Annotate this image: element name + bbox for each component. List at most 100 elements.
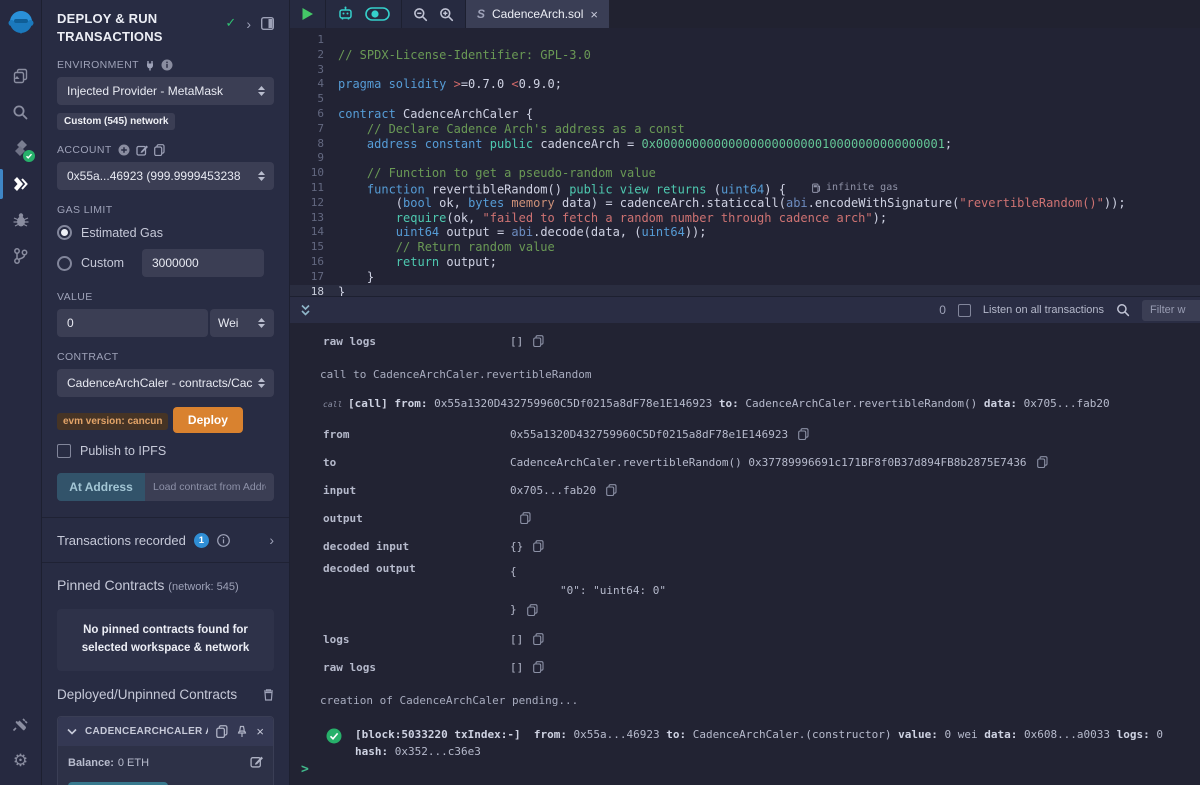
pin-panel-icon[interactable] <box>261 17 274 30</box>
code-line[interactable]: 13 require(ok, "failed to fetch a random… <box>290 211 1200 226</box>
chevron-right-icon[interactable]: › <box>269 532 274 548</box>
contract-instance-title[interactable]: CADENCEARCHCALER AT 0X <box>85 726 208 737</box>
transactions-recorded-row[interactable]: Transactions recorded 1 › <box>57 518 274 562</box>
plug-icon[interactable] <box>145 60 155 71</box>
transaction-status-row: [block:5033220 txIndex:-] from: 0x55a...… <box>290 727 1200 760</box>
solidity-compiler-icon[interactable] <box>0 130 42 166</box>
log-row-raw-logs: raw logs[] <box>290 653 1200 681</box>
copy-icon[interactable] <box>527 604 538 616</box>
run-script-icon[interactable] <box>301 7 314 21</box>
tab-cadencearch-sol[interactable]: S CadenceArch.sol × <box>466 0 609 28</box>
ai-assistant-icon[interactable] <box>337 6 354 22</box>
add-account-icon[interactable] <box>118 144 130 156</box>
main-area: S CadenceArch.sol × 12// SPDX-License-Id… <box>290 0 1200 785</box>
pinned-contracts-title: Pinned Contracts (network: 545) <box>57 563 274 593</box>
code-line[interactable]: 7 // Declare Cadence Arch's address as a… <box>290 122 1200 137</box>
plugin-manager-icon[interactable] <box>0 707 42 743</box>
pinned-network-label: (network: 545) <box>168 581 238 593</box>
copy-icon[interactable] <box>533 335 544 347</box>
zoom-out-icon[interactable] <box>413 7 428 22</box>
checkbox-icon <box>57 444 71 458</box>
copy-icon[interactable] <box>1037 456 1048 468</box>
code-editor[interactable]: 12// SPDX-License-Identifier: GPL-3.034p… <box>290 28 1200 296</box>
ai-toggle[interactable] <box>365 7 390 21</box>
terminal-prompt[interactable]: > <box>301 762 309 777</box>
code-line[interactable]: 9 <box>290 151 1200 166</box>
filter-input[interactable] <box>1142 300 1200 321</box>
environment-select[interactable]: Injected Provider - MetaMask <box>57 77 274 105</box>
code-line[interactable]: 15 // Return random value <box>290 240 1200 255</box>
code-line[interactable]: 11 function revertibleRandom() public vi… <box>290 181 1200 196</box>
radio-selected-icon <box>57 225 72 240</box>
listen-label: Listen on all transactions <box>983 304 1104 316</box>
code-line[interactable]: 10 // Function to get a pseudo-random va… <box>290 166 1200 181</box>
custom-gas-input[interactable] <box>142 249 264 277</box>
pending-tx-count: 0 <box>939 303 946 317</box>
estimated-gas-option[interactable]: Estimated Gas <box>57 225 274 240</box>
code-line[interactable]: 2// SPDX-License-Identifier: GPL-3.0 <box>290 48 1200 63</box>
search-icon[interactable] <box>0 94 42 130</box>
code-line[interactable]: 16 return output; <box>290 255 1200 270</box>
close-icon[interactable]: × <box>256 724 264 739</box>
chevron-right-icon[interactable]: › <box>246 17 251 31</box>
remix-logo-icon[interactable] <box>5 8 37 40</box>
code-line[interactable]: 1 <box>290 33 1200 48</box>
deploy-run-panel: DEPLOY & RUN TRANSACTIONS ✓ › ENVIRONMEN… <box>42 0 290 785</box>
pin-icon[interactable] <box>236 725 248 738</box>
debugger-icon[interactable] <box>0 202 42 238</box>
line-number: 1 <box>290 33 338 48</box>
file-explorer-icon[interactable] <box>0 58 42 94</box>
edit-icon[interactable] <box>136 144 148 156</box>
info-icon[interactable] <box>217 534 230 547</box>
copy-icon[interactable] <box>533 540 544 552</box>
solidity-file-icon: S <box>477 7 485 21</box>
copy-icon[interactable] <box>798 428 809 440</box>
listen-checkbox[interactable] <box>958 304 971 317</box>
trash-icon[interactable] <box>263 688 274 701</box>
copy-icon[interactable] <box>216 725 228 738</box>
code-line[interactable]: 18} <box>290 285 1200 296</box>
publish-ipfs-option[interactable]: Publish to IPFS <box>57 444 274 458</box>
at-address-button[interactable]: At Address <box>57 473 145 501</box>
line-number: 15 <box>290 240 338 255</box>
code-line[interactable]: 6contract CadenceArchCaler { <box>290 107 1200 122</box>
collapse-terminal-icon[interactable] <box>300 304 311 317</box>
at-address-input[interactable] <box>145 473 274 501</box>
code-line[interactable]: 8 address constant public cadenceArch = … <box>290 137 1200 152</box>
line-number: 16 <box>290 255 338 270</box>
code-line[interactable]: 12 (bool ok, bytes memory data) = cadenc… <box>290 196 1200 211</box>
account-select[interactable]: 0x55a...46923 (999.9999453238 <box>57 162 274 190</box>
code-line[interactable]: 5 <box>290 92 1200 107</box>
code-line[interactable]: 17 } <box>290 270 1200 285</box>
close-icon[interactable]: × <box>590 7 598 22</box>
contract-select[interactable]: CadenceArchCaler - contracts/Cac <box>57 369 274 397</box>
log-message: call to CadenceArchCaler.revertibleRando… <box>290 368 1200 381</box>
copy-icon[interactable] <box>533 633 544 645</box>
value-input[interactable] <box>57 309 208 337</box>
edit-icon[interactable] <box>250 755 263 768</box>
custom-gas-option[interactable]: Custom <box>57 249 274 277</box>
zoom-in-icon[interactable] <box>439 7 454 22</box>
settings-icon[interactable]: ⚙ <box>0 743 42 779</box>
code-line[interactable]: 4pragma solidity >=0.7.0 <0.9.0; <box>290 77 1200 92</box>
value-unit-select[interactable]: Wei <box>210 309 274 337</box>
deploy-button[interactable]: Deploy <box>173 407 243 433</box>
terminal[interactable]: raw logs[] call to CadenceArchCaler.rever… <box>290 323 1200 785</box>
copy-icon[interactable] <box>154 144 165 156</box>
success-check-icon <box>326 728 342 744</box>
line-number: 14 <box>290 225 338 240</box>
copy-icon[interactable] <box>533 661 544 673</box>
line-number: 6 <box>290 107 338 122</box>
terminal-header: 0 Listen on all transactions <box>290 296 1200 323</box>
line-number: 3 <box>290 63 338 78</box>
copy-icon[interactable] <box>606 484 617 496</box>
deploy-run-icon[interactable] <box>0 166 42 202</box>
account-label: ACCOUNT <box>57 144 274 156</box>
info-icon[interactable] <box>161 59 173 71</box>
copy-icon[interactable] <box>520 512 531 524</box>
code-line[interactable]: 14 uint64 output = abi.decode(data, (uin… <box>290 225 1200 240</box>
code-line[interactable]: 3 <box>290 63 1200 78</box>
search-icon[interactable] <box>1116 303 1130 317</box>
git-icon[interactable] <box>0 238 42 274</box>
chevron-down-icon[interactable] <box>67 728 77 735</box>
